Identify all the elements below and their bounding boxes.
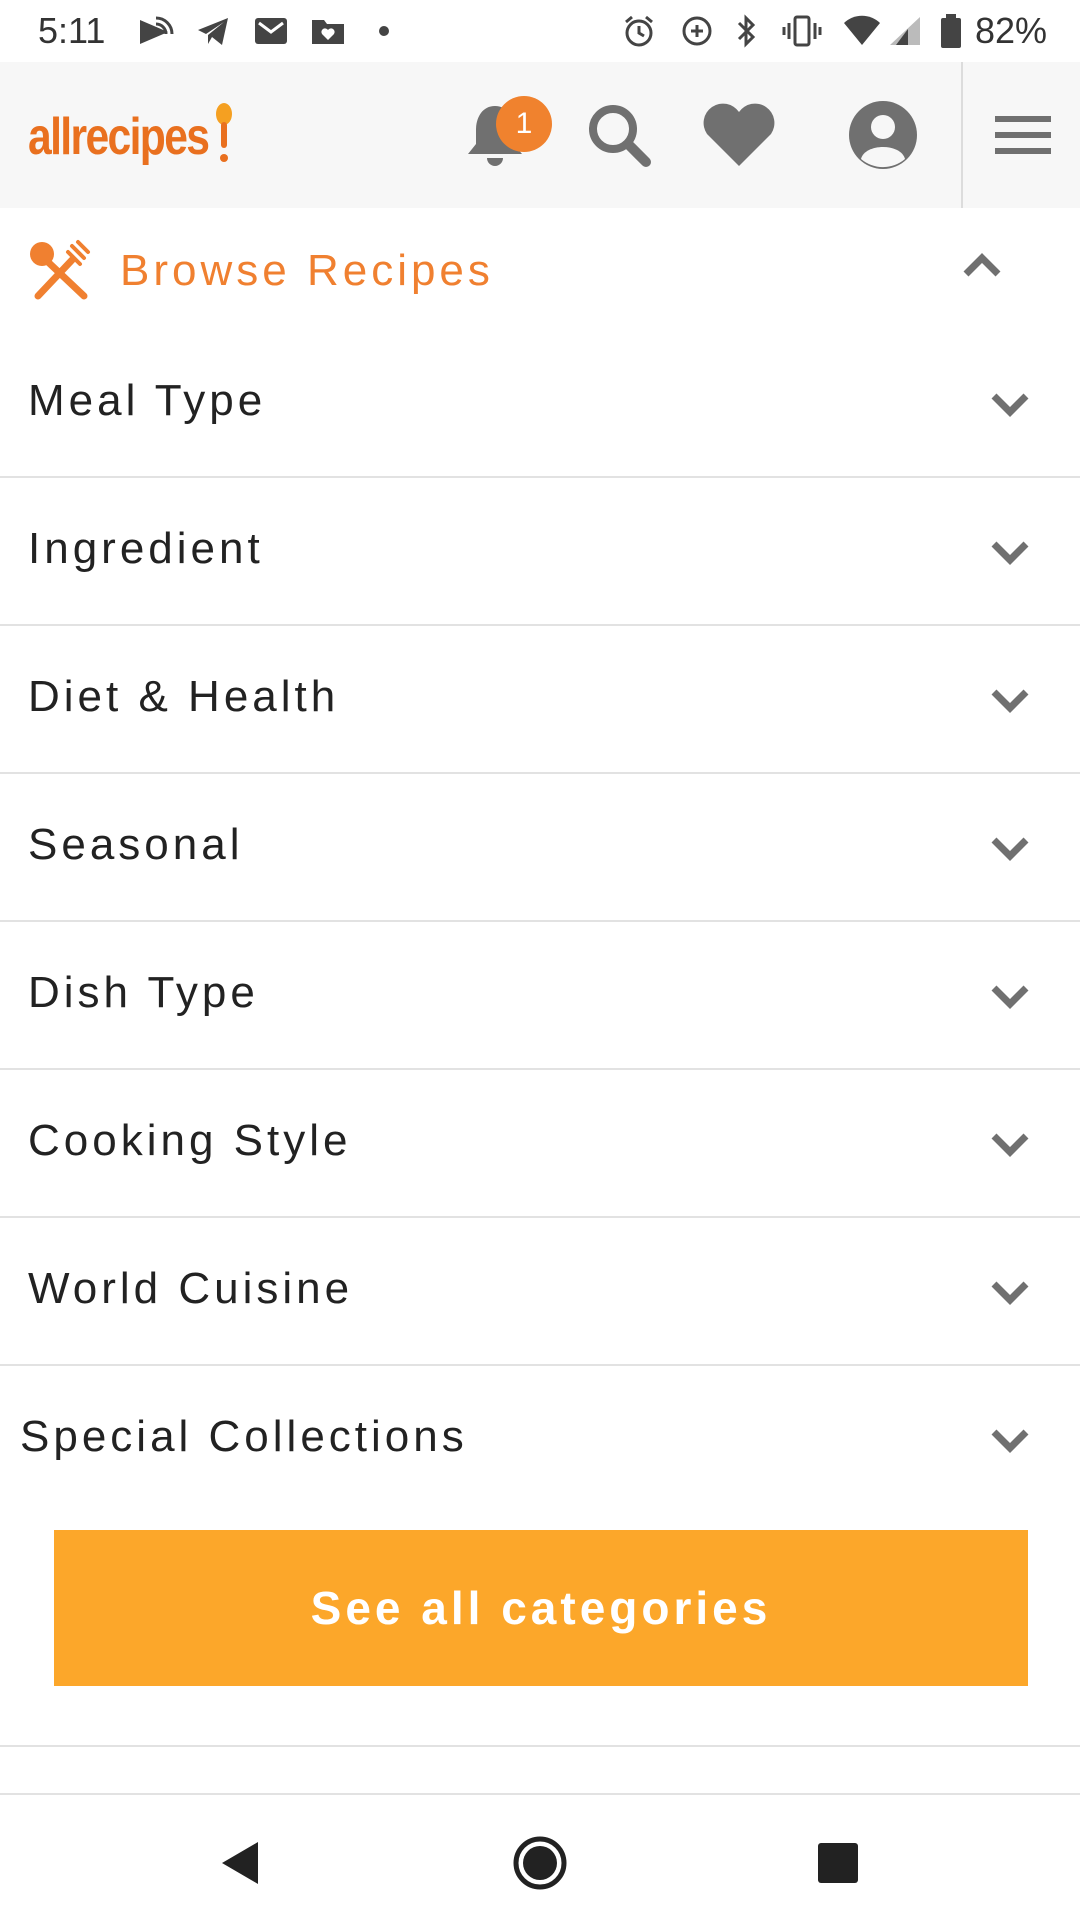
status-time: 5:11 bbox=[38, 10, 106, 51]
chevron-down-icon bbox=[991, 393, 1029, 417]
wifi-icon bbox=[842, 14, 882, 48]
heart-icon[interactable] bbox=[694, 90, 784, 180]
menu-item-cooking-style[interactable]: Cooking Style bbox=[0, 1070, 1080, 1218]
system-nav-bar bbox=[0, 1795, 1080, 1920]
browse-recipes-toggle[interactable]: Browse Recipes bbox=[0, 208, 1080, 332]
notification-badge: 1 bbox=[496, 96, 552, 152]
chevron-down-icon bbox=[991, 985, 1029, 1009]
menu-item-ingredient[interactable]: Ingredient bbox=[0, 478, 1080, 626]
chevron-down-icon bbox=[991, 541, 1029, 565]
notification-dot-icon bbox=[378, 14, 390, 48]
gmail-icon bbox=[254, 14, 288, 48]
account-icon[interactable] bbox=[838, 90, 928, 180]
menu-item-special-collections[interactable]: Special Collections bbox=[0, 1366, 1080, 1512]
battery-percent: 82% bbox=[975, 10, 1048, 51]
recents-icon[interactable] bbox=[808, 1833, 868, 1893]
menu-item-label: Ingredient bbox=[28, 524, 264, 573]
allrecipes-logo[interactable]: allrecipes bbox=[28, 92, 236, 182]
menu-item-label: Meal Type bbox=[28, 376, 267, 425]
chevron-up-icon bbox=[963, 253, 1001, 277]
menu-item-world-cuisine[interactable]: World Cuisine bbox=[0, 1218, 1080, 1366]
menu-item-diet-health[interactable]: Diet & Health bbox=[0, 626, 1080, 774]
chevron-down-icon bbox=[991, 1281, 1029, 1305]
browse-recipes-title: Browse Recipes bbox=[120, 246, 494, 295]
home-icon[interactable] bbox=[510, 1833, 570, 1893]
menu-item-seasonal[interactable]: Seasonal bbox=[0, 774, 1080, 922]
menu-item-label: Cooking Style bbox=[28, 1116, 352, 1165]
vibrate-icon bbox=[782, 14, 822, 48]
cell-signal-icon bbox=[888, 14, 922, 48]
menu-item-dish-type[interactable]: Dish Type bbox=[0, 922, 1080, 1070]
logo-text: allrecipes bbox=[28, 108, 210, 166]
battery-icon bbox=[940, 14, 962, 48]
menu-item-label: Dish Type bbox=[28, 968, 259, 1017]
folder-heart-icon bbox=[310, 14, 346, 48]
data-saver-icon bbox=[680, 14, 714, 48]
status-bar: 5:11 82% bbox=[0, 0, 1080, 62]
header-divider bbox=[961, 62, 963, 208]
spoon-logo-icon bbox=[215, 103, 232, 162]
menu-item-label: World Cuisine bbox=[28, 1264, 354, 1313]
menu-item-label: Diet & Health bbox=[28, 672, 340, 721]
menu-item-meal-type[interactable]: Meal Type bbox=[0, 330, 1080, 478]
search-icon[interactable] bbox=[574, 90, 664, 180]
chevron-down-icon bbox=[991, 1133, 1029, 1157]
cast-icon bbox=[138, 14, 174, 48]
chevron-down-icon bbox=[991, 689, 1029, 713]
back-icon[interactable] bbox=[210, 1833, 270, 1893]
divider bbox=[0, 1745, 1080, 1747]
bluetooth-icon bbox=[735, 14, 759, 48]
chevron-down-icon bbox=[991, 837, 1029, 861]
menu-item-label: Seasonal bbox=[28, 820, 244, 869]
see-all-categories-button[interactable]: See all categories bbox=[54, 1530, 1028, 1686]
chevron-down-icon bbox=[991, 1429, 1029, 1453]
menu-item-label: Special Collections bbox=[20, 1412, 468, 1461]
telegram-icon bbox=[196, 14, 230, 48]
alarm-icon bbox=[622, 14, 656, 48]
fork-spoon-icon bbox=[30, 240, 90, 300]
menu-icon[interactable] bbox=[978, 90, 1068, 180]
